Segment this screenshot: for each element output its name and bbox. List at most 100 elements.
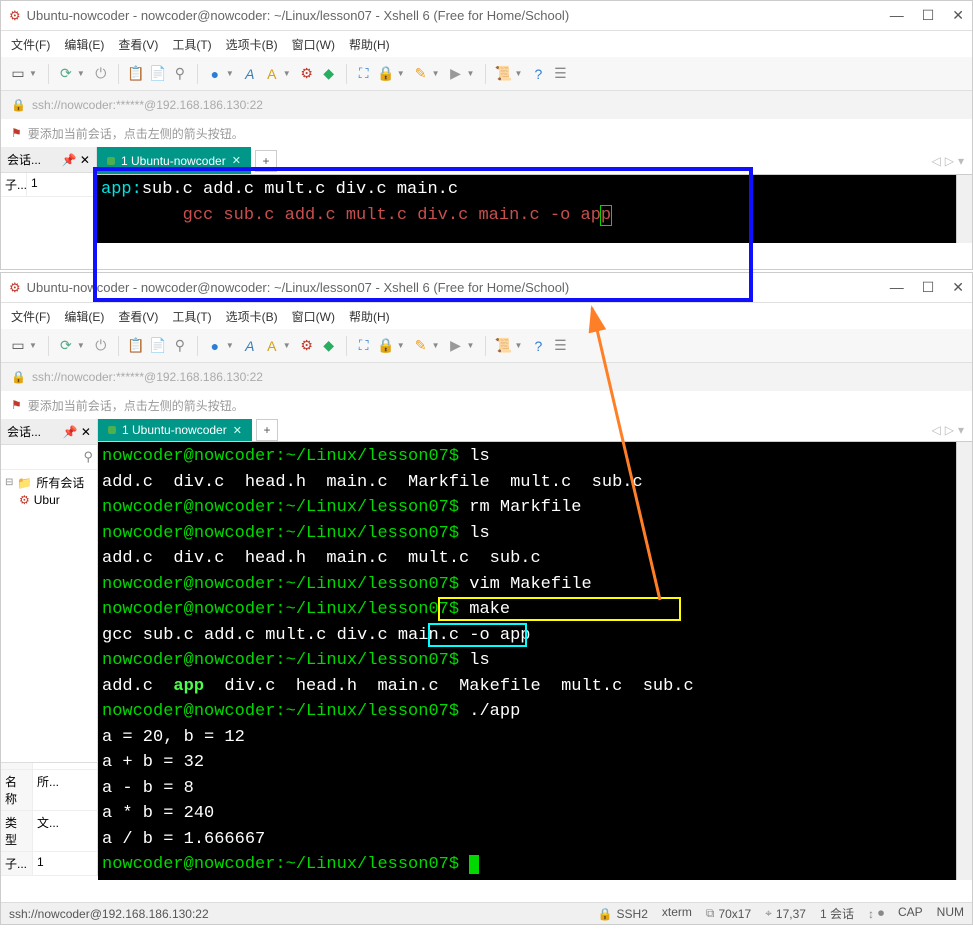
- copy-icon[interactable]: 📋: [127, 65, 145, 83]
- scrollbar-2[interactable]: [956, 442, 972, 880]
- window-title-1: Ubuntu-nowcoder - nowcoder@nowcoder: ~/L…: [27, 8, 570, 23]
- tab-status-dot-2: [108, 426, 116, 434]
- highlight-icon[interactable]: ✎: [412, 65, 430, 83]
- tab-prev-icon[interactable]: ◁: [932, 154, 941, 168]
- tab-ubuntu-1[interactable]: 1 Ubuntu-nowcoder ✕: [97, 147, 251, 174]
- exec-icon[interactable]: ▶: [447, 65, 465, 83]
- menu-view-2[interactable]: 查看(V): [118, 308, 158, 325]
- script-icon-2[interactable]: 📜: [494, 337, 512, 355]
- script-icon[interactable]: 📜: [494, 65, 512, 83]
- highlight-icon-2[interactable]: ✎: [412, 337, 430, 355]
- sidebar-row-value: 1: [27, 173, 96, 196]
- menu-help-2[interactable]: 帮助(H): [349, 308, 390, 325]
- close-button-1[interactable]: ✕: [952, 7, 964, 24]
- xshell-icon-2[interactable]: ⚙: [298, 337, 316, 355]
- menu-edit-2[interactable]: 编辑(E): [64, 308, 104, 325]
- session-search[interactable]: ⚲: [1, 445, 97, 470]
- tree-folder-label: 所有会话: [36, 474, 84, 491]
- menu-edit[interactable]: 编辑(E): [64, 36, 104, 53]
- pin-icon[interactable]: 📌 ✕: [62, 153, 90, 167]
- infobar-2: ⚑ 要添加当前会话，点击左侧的箭头按钮。: [1, 391, 972, 419]
- tab-label-1: 1 Ubuntu-nowcoder: [121, 154, 226, 168]
- reconnect-icon[interactable]: ⟳: [57, 65, 75, 83]
- menu-file[interactable]: 文件(F): [11, 36, 50, 53]
- tab-menu-icon[interactable]: ▾: [958, 154, 964, 168]
- tab-next-icon[interactable]: ▷: [945, 154, 954, 168]
- lock-icon-2[interactable]: 🔒: [377, 337, 395, 355]
- disconnect-icon-2[interactable]: ⏻: [92, 337, 110, 355]
- menu-window[interactable]: 窗口(W): [292, 36, 335, 53]
- color-icon-2[interactable]: A: [263, 337, 281, 355]
- lock-icon[interactable]: 🔒: [377, 65, 395, 83]
- menu-tools-2[interactable]: 工具(T): [172, 308, 211, 325]
- xftp-icon-2[interactable]: ◆: [320, 337, 338, 355]
- lock-small-icon-2: 🔒: [11, 370, 26, 384]
- hint-text: 要添加当前会话，点击左侧的箭头按钮。: [28, 125, 244, 142]
- tab-close-icon[interactable]: ✕: [232, 154, 241, 167]
- find-icon-2[interactable]: ⚲: [171, 337, 189, 355]
- scrollbar-1[interactable]: [956, 175, 972, 243]
- color-icon[interactable]: A: [263, 65, 281, 83]
- menu-tabs[interactable]: 选项卡(B): [226, 36, 278, 53]
- sessions-panel-header: 会话... 📌 ✕: [1, 147, 96, 173]
- xshell-icon[interactable]: ⚙: [298, 65, 316, 83]
- minimize-button-2[interactable]: —: [890, 279, 904, 296]
- menu-window-2[interactable]: 窗口(W): [292, 308, 335, 325]
- settings-icon[interactable]: ☰: [551, 65, 569, 83]
- disconnect-icon[interactable]: ⏻: [92, 65, 110, 83]
- tab-close-icon-2[interactable]: ✕: [233, 424, 242, 437]
- help-icon-2[interactable]: ?: [529, 337, 547, 355]
- font-icon[interactable]: A: [241, 65, 259, 83]
- globe-icon-2[interactable]: ●: [206, 337, 224, 355]
- close-button-2[interactable]: ✕: [952, 279, 964, 296]
- tree-session-item[interactable]: ⚙ Ubur: [19, 493, 93, 507]
- new-session-icon[interactable]: ▭: [9, 65, 27, 83]
- app-icon-2: ⚙: [9, 280, 21, 296]
- xftp-icon[interactable]: ◆: [320, 65, 338, 83]
- paste-icon-2[interactable]: 📄: [149, 337, 167, 355]
- props-panel: 名称所... 类型文... 子...1: [1, 762, 97, 876]
- help-icon[interactable]: ?: [529, 65, 547, 83]
- reconnect-icon-2[interactable]: ⟳: [57, 337, 75, 355]
- address-text: ssh://nowcoder:******@192.168.186.130:22: [32, 98, 263, 112]
- addressbar-2[interactable]: 🔒 ssh://nowcoder:******@192.168.186.130:…: [1, 363, 972, 391]
- new-session-icon-2[interactable]: ▭: [9, 337, 27, 355]
- tab-add-button-2[interactable]: +: [256, 419, 278, 441]
- pin-icon-2[interactable]: 📌 ✕: [63, 425, 91, 439]
- tab-add-button[interactable]: +: [255, 150, 277, 172]
- terminal-2[interactable]: nowcoder@nowcoder:~/Linux/lesson07$ ls a…: [98, 442, 956, 880]
- paste-icon[interactable]: 📄: [149, 65, 167, 83]
- tab-ubuntu-2[interactable]: 1 Ubuntu-nowcoder ✕: [98, 419, 252, 441]
- sessions-sidebar: 会话... 📌 ✕ ⚲ 📁 所有会话 ⚙ Ubur 名称所... 类型文... …: [1, 419, 98, 876]
- exec-icon-2[interactable]: ▶: [447, 337, 465, 355]
- maximize-button-2[interactable]: ☐: [922, 279, 935, 296]
- menu-tabs-2[interactable]: 选项卡(B): [226, 308, 278, 325]
- titlebar-1: ⚙ Ubuntu-nowcoder - nowcoder@nowcoder: ~…: [1, 1, 972, 31]
- minimize-button-1[interactable]: —: [890, 7, 904, 24]
- fullscreen-icon-2[interactable]: ⛶: [355, 337, 373, 355]
- addressbar-1[interactable]: 🔒 ssh://nowcoder:******@192.168.186.130:…: [1, 91, 972, 119]
- tab-menu-icon-2[interactable]: ▾: [958, 423, 964, 437]
- find-icon[interactable]: ⚲: [171, 65, 189, 83]
- menu-tools[interactable]: 工具(T): [172, 36, 211, 53]
- hint-text-2: 要添加当前会话，点击左侧的箭头按钮。: [28, 397, 244, 414]
- copy-icon-2[interactable]: 📋: [127, 337, 145, 355]
- tab-status-dot: [107, 157, 115, 165]
- menu-file-2[interactable]: 文件(F): [11, 308, 50, 325]
- tab-prev-icon-2[interactable]: ◁: [932, 423, 941, 437]
- maximize-button-1[interactable]: ☐: [922, 7, 935, 24]
- settings-icon-2[interactable]: ☰: [551, 337, 569, 355]
- tab-next-icon-2[interactable]: ▷: [945, 423, 954, 437]
- fullscreen-icon[interactable]: ⛶: [355, 65, 373, 83]
- menu-view[interactable]: 查看(V): [118, 36, 158, 53]
- font-icon-2[interactable]: A: [241, 337, 259, 355]
- menu-help[interactable]: 帮助(H): [349, 36, 390, 53]
- globe-icon[interactable]: ●: [206, 65, 224, 83]
- terminal-1[interactable]: app:sub.c add.c mult.c div.c main.c gcc …: [97, 175, 956, 243]
- tab-strip-1: 1 Ubuntu-nowcoder ✕ + ◁ ▷ ▾: [97, 147, 972, 175]
- flag-icon: ⚑: [11, 126, 22, 140]
- address-text-2: ssh://nowcoder:******@192.168.186.130:22: [32, 370, 263, 384]
- toolbar-2: ▭▼ ⟳▼ ⏻ 📋 📄 ⚲ ●▼ A A▼ ⚙ ◆ ⛶ 🔒▼ ✎▼ ▶▼ 📜▼ …: [1, 329, 972, 363]
- tree-folder[interactable]: 📁 所有会话: [5, 474, 93, 491]
- app-icon: ⚙: [9, 8, 21, 24]
